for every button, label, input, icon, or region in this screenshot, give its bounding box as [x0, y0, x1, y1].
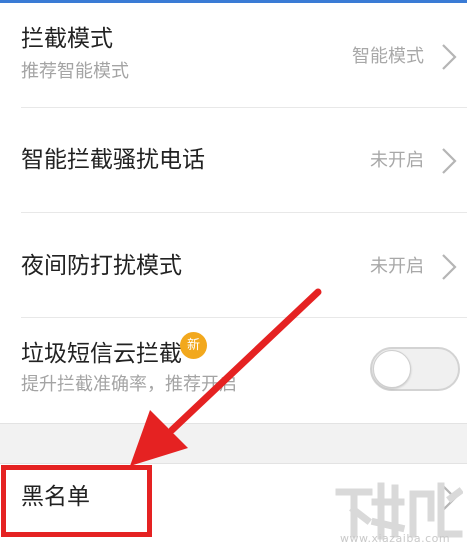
- row-title: 夜间防打扰模式: [21, 253, 182, 279]
- chevron-right-icon: [442, 148, 457, 174]
- setting-row-night-mode[interactable]: 夜间防打扰模式 未开启: [0, 213, 467, 317]
- toggle-knob: [373, 350, 411, 388]
- setting-row-smart-call-block[interactable]: 智能拦截骚扰电话 未开启: [0, 108, 467, 212]
- new-badge: 新: [180, 332, 207, 359]
- row-title: 垃圾短信云拦截: [21, 341, 182, 367]
- setting-row-sms-cloud-block: 垃圾短信云拦截 新 提升拦截准确率，推荐开启: [0, 318, 467, 423]
- row-value: 未开启: [370, 256, 424, 277]
- watermark-text: www.xiazaiba.com: [340, 532, 451, 545]
- row-title: 智能拦截骚扰电话: [21, 147, 205, 173]
- phone-screen: 拦截模式 推荐智能模式 智能模式 智能拦截骚扰电话 未开启 夜间防打扰模式 未开…: [0, 0, 467, 550]
- chevron-right-icon: [442, 254, 457, 280]
- sms-cloud-block-toggle[interactable]: [370, 347, 460, 391]
- row-value: 智能模式: [352, 46, 424, 67]
- setting-row-intercept-mode[interactable]: 拦截模式 推荐智能模式 智能模式: [0, 0, 467, 108]
- row-title: 拦截模式: [21, 26, 113, 52]
- row-subtitle: 提升拦截准确率，推荐开启: [21, 374, 237, 395]
- row-value: 未开启: [370, 150, 424, 171]
- section-separator: [0, 423, 467, 464]
- chevron-right-icon: [442, 44, 457, 70]
- row-subtitle: 推荐智能模式: [21, 61, 129, 82]
- highlight-box: [1, 465, 152, 537]
